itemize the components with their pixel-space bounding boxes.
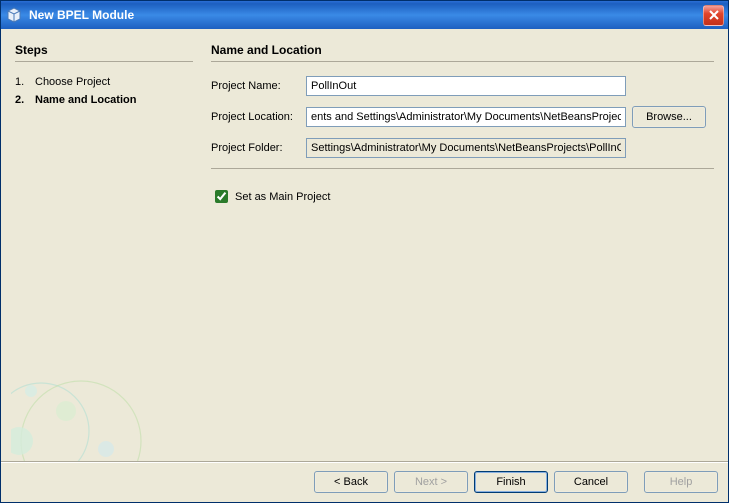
step-item-choose-project: 1. Choose Project (15, 76, 193, 88)
project-folder-label: Project Folder: (211, 142, 306, 154)
main-panel: Name and Location Project Name: Project … (201, 37, 718, 461)
app-icon (5, 6, 23, 24)
wizard-decoration (11, 331, 191, 461)
close-icon (709, 10, 719, 20)
next-button[interactable]: Next > (394, 471, 468, 493)
close-button[interactable] (703, 5, 724, 26)
content-area: Steps 1. Choose Project 2. Name and Loca… (1, 29, 728, 461)
window-title: New BPEL Module (27, 8, 703, 22)
set-main-checkbox[interactable] (215, 190, 228, 203)
steps-heading: Steps (15, 43, 193, 62)
titlebar: New BPEL Module (1, 1, 728, 29)
steps-list: 1. Choose Project 2. Name and Location (15, 76, 193, 106)
steps-panel: Steps 1. Choose Project 2. Name and Loca… (11, 37, 201, 461)
row-project-location: Project Location: Browse... (211, 106, 714, 128)
step-number: 2. (15, 94, 35, 106)
row-project-name: Project Name: (211, 76, 714, 96)
step-number: 1. (15, 76, 35, 88)
browse-button[interactable]: Browse... (632, 106, 706, 128)
row-set-main: Set as Main Project (211, 187, 714, 206)
step-label: Name and Location (35, 94, 136, 106)
set-main-label: Set as Main Project (235, 191, 330, 203)
step-label: Choose Project (35, 76, 110, 88)
project-folder-input[interactable] (306, 138, 626, 158)
project-name-input[interactable] (306, 76, 626, 96)
help-button[interactable]: Help (644, 471, 718, 493)
button-bar: < Back Next > Finish Cancel Help (1, 461, 728, 501)
cancel-button[interactable]: Cancel (554, 471, 628, 493)
project-location-label: Project Location: (211, 111, 306, 123)
finish-button[interactable]: Finish (474, 471, 548, 493)
step-item-name-location: 2. Name and Location (15, 94, 193, 106)
row-project-folder: Project Folder: (211, 138, 714, 158)
project-name-label: Project Name: (211, 80, 306, 92)
divider (211, 168, 714, 169)
back-button[interactable]: < Back (314, 471, 388, 493)
main-heading: Name and Location (211, 43, 714, 62)
project-location-input[interactable] (306, 107, 626, 127)
